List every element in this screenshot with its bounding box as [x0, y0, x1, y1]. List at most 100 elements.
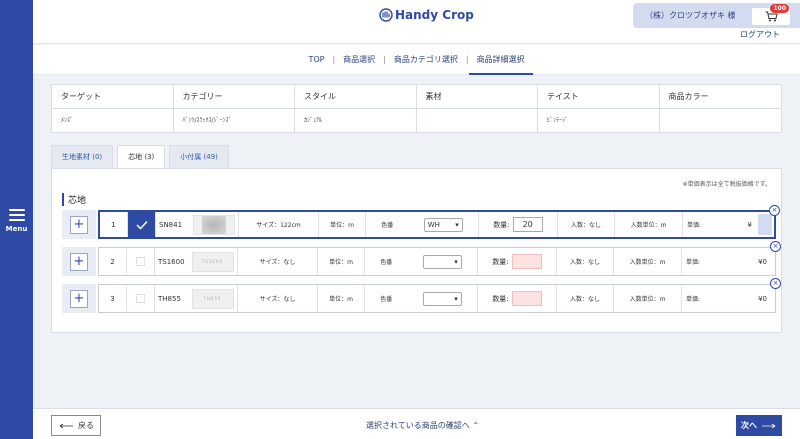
item-pack-unit: 入数単位：m — [615, 212, 683, 237]
plus-icon: + — [70, 252, 88, 271]
section-title: 芯地 — [62, 193, 86, 206]
logout-link[interactable]: ログアウト — [740, 29, 780, 40]
close-icon[interactable]: × — [770, 278, 781, 289]
item-color: 色番 ▾ — [365, 285, 478, 312]
check-icon — [135, 220, 148, 230]
item-unit: 単位：m — [318, 285, 365, 312]
expand-button[interactable]: + — [62, 247, 96, 276]
attr-header: 素材 — [416, 85, 537, 109]
chevron-down-icon: ▾ — [454, 294, 458, 303]
chevron-down-icon: ▾ — [455, 220, 459, 229]
item-thumbnail: TS1600 — [188, 248, 238, 275]
item-index: 3 — [99, 285, 127, 312]
chevron-down-icon: ▾ — [454, 257, 458, 266]
item-card[interactable]: 1 SN841 サイズ：122cm 単位：m 色番 WH ▾ 数量: 20 入数：… — [98, 205, 780, 239]
user-area: （株）クロツブオザキ 様 100 — [633, 3, 800, 28]
attr-header: ターゲット — [52, 85, 173, 109]
user-name: （株）クロツブオザキ 様 — [645, 11, 736, 20]
breadcrumb: TOP | 商品選択 | 商品カテゴリ選択 | 商品詳細選択 — [33, 45, 800, 75]
item-pack: 入数：なし — [557, 248, 614, 275]
step-detail-select[interactable]: 商品詳細選択 — [468, 45, 533, 75]
item-pack-unit: 入数単位：m — [614, 248, 682, 275]
back-label: 戻る — [78, 421, 94, 430]
tab-interlining[interactable]: 芯地 (3) — [117, 145, 166, 168]
arrow-right-icon — [762, 423, 776, 428]
next-button[interactable]: 次へ — [736, 415, 782, 436]
item-code: TS1600 — [158, 257, 185, 266]
back-button[interactable]: 戻る — [51, 415, 101, 436]
expand-button[interactable]: + — [62, 284, 96, 313]
cart-button[interactable]: 100 — [752, 4, 790, 25]
color-select[interactable]: WH ▾ — [423, 217, 463, 232]
attr-category: カテゴリー ﾊﾟﾝﾂ/ｽﾗｯｸｽ/ｼﾞｰﾝｽﾞ — [173, 85, 295, 132]
color-select[interactable]: ▾ — [422, 291, 462, 306]
item-unit: 単位：m — [319, 212, 366, 237]
color-label: 色番 — [381, 222, 394, 229]
item-card[interactable]: 2 TS1600 TS1600 サイズ：なし 単位：m 色番 ▾ 数量: 入数：… — [98, 241, 781, 276]
item-thumbnail: TH855 — [188, 285, 238, 312]
color-label: 色番 — [380, 296, 393, 303]
color-label: 色番 — [380, 259, 393, 266]
item-qty: 数量: 20 — [479, 212, 558, 237]
item-index: 1 — [100, 212, 128, 237]
attr-value — [417, 109, 538, 132]
item-pack: 入数：なし — [557, 285, 614, 312]
item-code: TH855 — [158, 294, 181, 303]
arrow-left-icon — [59, 423, 73, 428]
item-size: サイズ：なし — [238, 248, 318, 275]
selection-indicator — [758, 214, 772, 235]
item-color: 色番 WH ▾ — [366, 212, 479, 237]
tab-accessories[interactable]: 小付属 (49) — [169, 145, 229, 168]
item-qty: 数量: — [478, 285, 557, 312]
item-unit: 単位：m — [318, 248, 365, 275]
attr-value — [660, 109, 782, 132]
chevron-up-icon: ⌃ — [472, 421, 480, 430]
step-category-select[interactable]: 商品カテゴリ選択 — [386, 45, 466, 75]
expand-button[interactable]: + — [62, 210, 96, 239]
color-value: WH — [427, 220, 440, 229]
close-icon[interactable]: × — [770, 241, 781, 252]
item-panel: ※単価表示は全て税抜価格です。 芯地 + 1 SN841 サイズ：122cm 単… — [51, 168, 782, 333]
menu-icon — [8, 206, 25, 224]
price-label: 単価: — [687, 222, 702, 229]
confirm-selected-link[interactable]: 選択されている商品の確認へ ⌃ — [366, 420, 479, 431]
qty-input[interactable]: 20 — [512, 217, 543, 232]
attr-header: スタイル — [295, 85, 416, 109]
attr-header: テイスト — [538, 85, 659, 109]
qty-label: 数量: — [492, 294, 509, 303]
main: Handy Crop （株）クロツブオザキ 様 100 ログアウト TOP | … — [33, 0, 800, 439]
qty-input[interactable] — [511, 254, 542, 269]
brand-name: Handy Crop — [395, 8, 474, 22]
item-card[interactable]: 3 TH855 TH855 サイズ：なし 単位：m 色番 ▾ 数量: 入数：なし… — [98, 278, 781, 313]
item-checkbox[interactable] — [127, 285, 155, 312]
tab-fabric[interactable]: 生地素材 (0) — [51, 145, 114, 168]
next-label: 次へ — [741, 421, 757, 430]
side-menu[interactable]: Menu — [0, 0, 33, 439]
item-checkbox[interactable] — [127, 248, 155, 275]
plus-icon: + — [70, 215, 88, 234]
color-select[interactable]: ▾ — [422, 254, 462, 269]
price-value: ¥0 — [758, 294, 767, 303]
item-pack: 入数：なし — [558, 212, 615, 237]
attr-taste: テイスト ﾋﾞﾝﾃｰｼﾞ — [538, 85, 660, 132]
close-icon[interactable]: × — [769, 205, 780, 216]
item-checkbox[interactable] — [128, 212, 156, 237]
confirm-label: 選択されている商品の確認へ — [366, 421, 470, 430]
qty-input[interactable] — [511, 291, 542, 306]
menu-label: Menu — [5, 225, 28, 233]
price-note: ※単価表示は全て税抜価格です。 — [682, 181, 771, 188]
price-value: ¥0 — [758, 257, 767, 266]
step-product-select[interactable]: 商品選択 — [335, 45, 383, 75]
attr-header: 商品カラー — [659, 85, 781, 109]
category-tabs: 生地素材 (0) 芯地 (3) 小付属 (49) — [51, 145, 233, 168]
item-pack-unit: 入数単位：m — [614, 285, 682, 312]
price-label: 単価: — [686, 259, 701, 266]
brand-logo[interactable]: Handy Crop — [379, 8, 474, 22]
item-color: 色番 ▾ — [365, 248, 478, 275]
cart-badge: 100 — [770, 4, 789, 13]
step-top[interactable]: TOP — [300, 45, 332, 75]
attr-material: 素材 — [416, 85, 538, 132]
attr-header: カテゴリー — [173, 85, 294, 109]
item-price: 単価: ¥0 — [682, 285, 775, 312]
item-code: SN841 — [159, 220, 183, 229]
